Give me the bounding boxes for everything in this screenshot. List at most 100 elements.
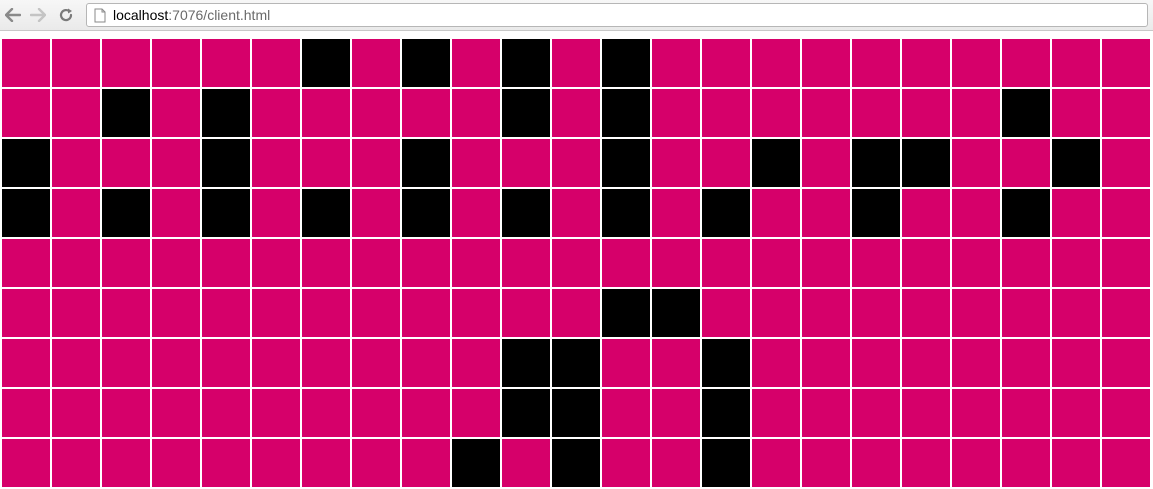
grid-cell-off[interactable] <box>52 239 100 287</box>
grid-cell-on[interactable] <box>502 89 550 137</box>
grid-cell-off[interactable] <box>52 339 100 387</box>
grid-cell-on[interactable] <box>752 139 800 187</box>
grid-cell-on[interactable] <box>602 39 650 87</box>
grid-cell-off[interactable] <box>702 89 750 137</box>
grid-cell-off[interactable] <box>552 139 600 187</box>
grid-cell-off[interactable] <box>652 89 700 137</box>
grid-cell-on[interactable] <box>852 189 900 237</box>
grid-cell-off[interactable] <box>952 189 1000 237</box>
grid-cell-off[interactable] <box>102 289 150 337</box>
grid-cell-off[interactable] <box>652 139 700 187</box>
grid-cell-off[interactable] <box>952 389 1000 437</box>
grid-cell-off[interactable] <box>1052 89 1100 137</box>
grid-cell-on[interactable] <box>602 89 650 137</box>
grid-cell-off[interactable] <box>402 339 450 387</box>
grid-cell-on[interactable] <box>552 439 600 487</box>
grid-cell-off[interactable] <box>1002 339 1050 387</box>
grid-cell-off[interactable] <box>352 89 400 137</box>
grid-cell-on[interactable] <box>852 139 900 187</box>
grid-cell-off[interactable] <box>552 239 600 287</box>
grid-cell-off[interactable] <box>852 89 900 137</box>
grid-cell-off[interactable] <box>702 39 750 87</box>
grid-cell-off[interactable] <box>302 239 350 287</box>
grid-cell-off[interactable] <box>952 289 1000 337</box>
grid-cell-off[interactable] <box>52 39 100 87</box>
grid-cell-off[interactable] <box>1002 239 1050 287</box>
grid-cell-off[interactable] <box>352 339 400 387</box>
grid-cell-off[interactable] <box>252 39 300 87</box>
grid-cell-off[interactable] <box>1102 439 1150 487</box>
grid-cell-off[interactable] <box>1002 289 1050 337</box>
grid-cell-off[interactable] <box>52 439 100 487</box>
grid-cell-off[interactable] <box>752 89 800 137</box>
grid-cell-on[interactable] <box>2 189 50 237</box>
grid-cell-off[interactable] <box>752 189 800 237</box>
grid-cell-off[interactable] <box>552 289 600 337</box>
grid-cell-off[interactable] <box>152 339 200 387</box>
grid-cell-off[interactable] <box>552 189 600 237</box>
grid-cell-off[interactable] <box>402 239 450 287</box>
grid-cell-off[interactable] <box>102 39 150 87</box>
grid-cell-on[interactable] <box>202 189 250 237</box>
grid-cell-off[interactable] <box>1002 139 1050 187</box>
grid-cell-off[interactable] <box>402 89 450 137</box>
grid-cell-on[interactable] <box>702 439 750 487</box>
grid-cell-off[interactable] <box>852 289 900 337</box>
grid-cell-on[interactable] <box>502 389 550 437</box>
grid-cell-off[interactable] <box>652 239 700 287</box>
grid-cell-off[interactable] <box>602 239 650 287</box>
grid-cell-off[interactable] <box>302 289 350 337</box>
grid-cell-off[interactable] <box>52 389 100 437</box>
grid-cell-off[interactable] <box>452 339 500 387</box>
grid-cell-off[interactable] <box>102 239 150 287</box>
grid-cell-off[interactable] <box>752 239 800 287</box>
grid-cell-off[interactable] <box>2 389 50 437</box>
grid-cell-off[interactable] <box>902 289 950 337</box>
grid-cell-on[interactable] <box>702 189 750 237</box>
url-text[interactable]: localhost:7076/client.html <box>113 7 270 23</box>
grid-cell-off[interactable] <box>2 239 50 287</box>
grid-cell-off[interactable] <box>152 239 200 287</box>
grid-cell-on[interactable] <box>652 289 700 337</box>
grid-cell-off[interactable] <box>852 239 900 287</box>
grid-cell-off[interactable] <box>252 89 300 137</box>
grid-cell-off[interactable] <box>1102 89 1150 137</box>
grid-cell-on[interactable] <box>302 39 350 87</box>
grid-cell-off[interactable] <box>852 389 900 437</box>
grid-cell-off[interactable] <box>52 139 100 187</box>
grid-cell-off[interactable] <box>1052 289 1100 337</box>
grid-cell-on[interactable] <box>402 189 450 237</box>
grid-cell-off[interactable] <box>652 339 700 387</box>
grid-cell-off[interactable] <box>802 339 850 387</box>
grid-cell-off[interactable] <box>702 239 750 287</box>
grid-cell-on[interactable] <box>502 39 550 87</box>
grid-cell-off[interactable] <box>452 389 500 437</box>
grid-cell-on[interactable] <box>602 289 650 337</box>
grid-cell-off[interactable] <box>152 139 200 187</box>
grid-cell-off[interactable] <box>902 339 950 387</box>
grid-cell-off[interactable] <box>2 439 50 487</box>
grid-cell-off[interactable] <box>952 239 1000 287</box>
grid-cell-off[interactable] <box>802 189 850 237</box>
grid-cell-off[interactable] <box>802 389 850 437</box>
grid-cell-off[interactable] <box>252 389 300 437</box>
grid-cell-off[interactable] <box>152 389 200 437</box>
grid-cell-on[interactable] <box>1002 189 1050 237</box>
grid-cell-off[interactable] <box>602 439 650 487</box>
grid-cell-off[interactable] <box>652 39 700 87</box>
reload-icon[interactable] <box>56 4 76 26</box>
grid-cell-off[interactable] <box>852 339 900 387</box>
grid-cell-on[interactable] <box>552 339 600 387</box>
grid-cell-off[interactable] <box>1052 339 1100 387</box>
grid-cell-off[interactable] <box>902 89 950 137</box>
grid-cell-off[interactable] <box>252 439 300 487</box>
grid-cell-off[interactable] <box>552 89 600 137</box>
grid-cell-on[interactable] <box>902 139 950 187</box>
grid-cell-off[interactable] <box>352 239 400 287</box>
grid-cell-on[interactable] <box>702 389 750 437</box>
grid-cell-on[interactable] <box>702 339 750 387</box>
grid-cell-off[interactable] <box>852 39 900 87</box>
grid-cell-off[interactable] <box>302 139 350 187</box>
grid-cell-off[interactable] <box>252 239 300 287</box>
grid-cell-off[interactable] <box>352 389 400 437</box>
